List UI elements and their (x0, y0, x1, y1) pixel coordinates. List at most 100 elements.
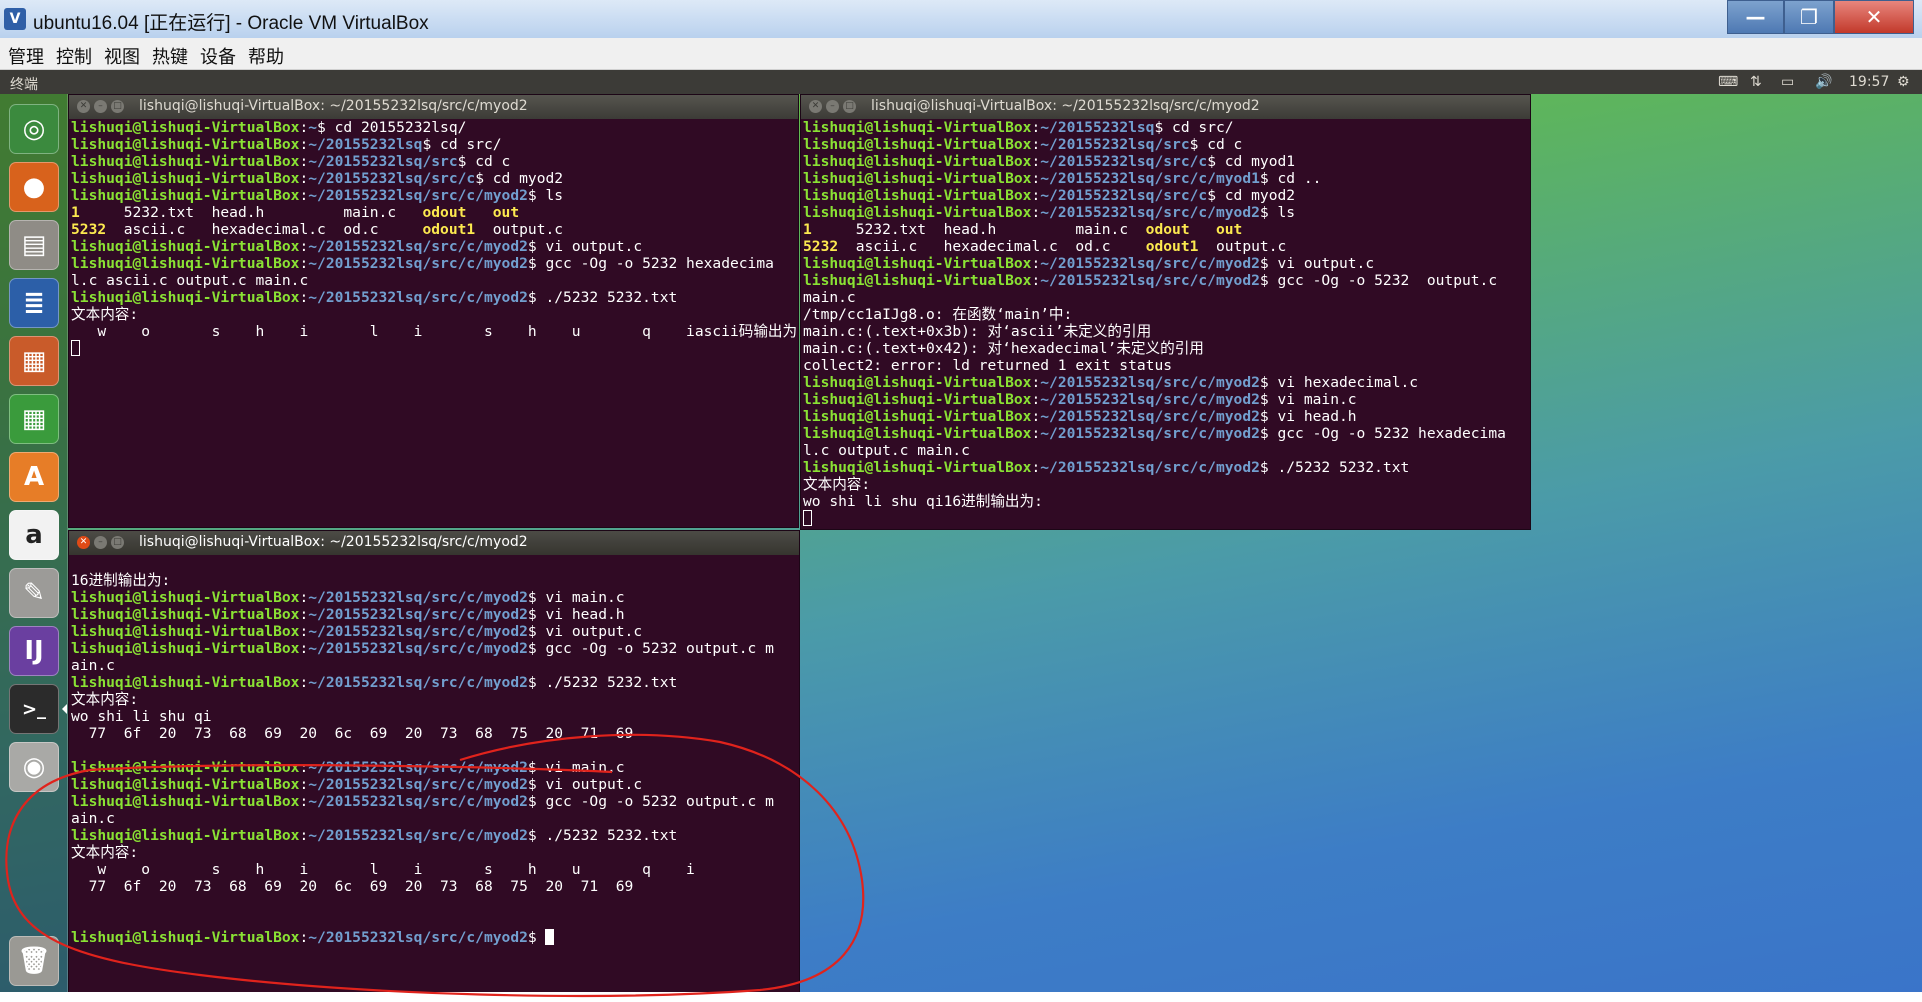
menu-help[interactable]: 帮助 (248, 43, 284, 69)
network-icon[interactable]: ⇅ (1750, 74, 1762, 90)
terminal-text: : (299, 640, 309, 657)
close-icon[interactable]: ✕ (77, 536, 90, 549)
terminal-text: : (299, 238, 309, 255)
terminal-line: 5232 ascii.c hexadecimal.c od.c odout1 o… (71, 221, 796, 238)
terminal-line: lishuqi@lishuqi-VirtualBox:~/20155232lsq… (803, 136, 1528, 153)
terminal-text: odout (1145, 221, 1190, 238)
terminal-text: : (299, 793, 309, 810)
maximize-button[interactable]: ❐ (1784, 0, 1834, 34)
menu-control[interactable]: 控制 (56, 43, 92, 69)
battery-icon[interactable]: ▭ (1781, 74, 1794, 90)
close-icon[interactable]: ✕ (77, 100, 90, 113)
text-cursor (71, 340, 80, 356)
terminal-text: ~/20155232lsq/src/c/myod2 (1040, 204, 1260, 221)
terminal-text: ~/20155232lsq/src/c/myod2 (1040, 255, 1260, 272)
terminal-text: ~ (308, 119, 318, 136)
terminal-text: $ ls (527, 187, 564, 204)
maximize-icon[interactable]: □ (843, 100, 856, 113)
terminal-text: lishuqi@lishuqi-VirtualBox (803, 170, 1032, 187)
host-window-titlebar: V ubuntu16.04 [正在运行] - Oracle VM Virtual… (0, 0, 1922, 38)
terminal-text: : (1031, 425, 1041, 442)
terminal-1-output[interactable]: lishuqi@lishuqi-VirtualBox:~$ cd 2015523… (71, 119, 798, 527)
terminal-text: ~/20155232lsq (308, 136, 423, 153)
dash-icon[interactable]: ◎ (9, 104, 59, 154)
terminal-line: wo shi li shu qi16进制输出为: (803, 493, 1528, 510)
terminal-2-titlebar[interactable]: ✕ – □ lishuqi@lishuqi-VirtualBox: ~/2015… (801, 95, 1530, 119)
firefox-icon[interactable]: ● (9, 162, 59, 212)
terminal-text: $ gcc -Og -o 5232 output.c m (527, 640, 774, 657)
terminal-text: main.c:(.text+0x3b): 对‘ascii’未定义的引用 (803, 323, 1152, 340)
minimize-icon[interactable]: – (826, 100, 839, 113)
terminal-text: ~/20155232lsq/src/c (1040, 187, 1208, 204)
terminal-text: ~/20155232lsq/src/c/myod2 (308, 187, 528, 204)
calc-icon[interactable]: ▦ (9, 394, 59, 444)
terminal-text: $ vi main.c (1259, 391, 1357, 408)
terminal-text: 77 6f 20 73 68 69 20 6c 69 20 73 68 75 2… (71, 725, 634, 742)
terminal-text: $ ./5232 5232.txt (527, 827, 678, 844)
terminal-text: : (299, 623, 309, 640)
software-center-icon[interactable]: A (9, 452, 59, 502)
maximize-icon[interactable]: □ (111, 536, 124, 549)
minimize-icon[interactable]: – (94, 100, 107, 113)
files-icon[interactable]: ▤ (9, 220, 59, 270)
terminal-icon[interactable]: >_ (9, 684, 59, 734)
terminal-line: 77 6f 20 73 68 69 20 6c 69 20 73 68 75 2… (71, 725, 797, 742)
terminal-text: lishuqi@lishuqi-VirtualBox (803, 272, 1032, 289)
close-icon[interactable]: ✕ (809, 100, 822, 113)
terminal-line: lishuqi@lishuqi-VirtualBox:~/20155232lsq… (71, 776, 797, 793)
amazon-icon[interactable]: a (9, 510, 59, 560)
terminal-text: ~/20155232lsq/src/c/myod1 (1040, 170, 1260, 187)
minimize-icon[interactable]: – (94, 536, 107, 549)
terminal-text: : (1031, 153, 1041, 170)
terminal-text: ascii.c hexadecimal.c od.c (106, 221, 423, 238)
terminal-text: : (1031, 391, 1041, 408)
terminal-text: : (299, 929, 309, 946)
unity-launcher: ◎ ● ▤ ≣ ▦ ▦ A a ✎ IJ >_ ◉ 🗑 (0, 94, 68, 1002)
terminal-line: l.c ascii.c output.c main.c (71, 272, 796, 289)
terminal-line: main.c:(.text+0x42): 对‘hexadecimal’未定义的引… (803, 340, 1528, 357)
terminal-3-output[interactable]: 16进制输出为: lishuqi@lishuqi-VirtualBox:~/201… (71, 555, 797, 1002)
intellij-icon[interactable]: IJ (9, 626, 59, 676)
terminal-text: lishuqi@lishuqi-VirtualBox (803, 391, 1032, 408)
trash-icon[interactable]: 🗑 (9, 936, 59, 986)
terminal-text: $ vi head.h (1259, 408, 1357, 425)
gear-icon[interactable]: ⚙ (1897, 74, 1910, 90)
writer-icon[interactable]: ≣ (9, 278, 59, 328)
terminal-window-3[interactable]: ✕ – □ lishuqi@lishuqi-VirtualBox: ~/2015… (68, 530, 800, 1002)
terminal-2-output[interactable]: lishuqi@lishuqi-VirtualBox:~/20155232lsq… (803, 119, 1528, 529)
clock[interactable]: 19:57 (1849, 74, 1889, 90)
terminal-line: w o s h i l i s h u q iascii码输出为: (71, 323, 798, 340)
terminal-3-titlebar[interactable]: ✕ – □ lishuqi@lishuqi-VirtualBox: ~/2015… (69, 531, 799, 555)
impress-icon[interactable]: ▦ (9, 336, 59, 386)
terminal-line: lishuqi@lishuqi-VirtualBox:~/20155232lsq… (803, 459, 1528, 476)
terminal-window-1[interactable]: ✕ – □ lishuqi@lishuqi-VirtualBox: ~/2015… (68, 94, 799, 528)
terminal-text: ~/20155232lsq/src/c/myod2 (308, 674, 528, 691)
volume-icon[interactable]: 🔊 (1815, 74, 1832, 90)
terminal-text: $ ./5232 5232.txt (527, 289, 678, 306)
close-button[interactable]: ✕ (1834, 0, 1914, 34)
settings-icon[interactable]: ✎ (9, 568, 59, 618)
maximize-icon[interactable]: □ (111, 100, 124, 113)
menu-view[interactable]: 视图 (104, 43, 140, 69)
dvd-icon[interactable]: ◉ (9, 742, 59, 792)
terminal-text: : (299, 255, 309, 272)
terminal-text: : (1031, 374, 1041, 391)
menu-devices[interactable]: 设备 (200, 43, 236, 69)
terminal-text: ~/20155232lsq/src/c/myod2 (308, 776, 528, 793)
terminal-text: odout (422, 204, 467, 221)
terminal-text: $ gcc -Og -o 5232 output.c (1259, 272, 1498, 289)
terminal-text: $ cd .. (1259, 170, 1322, 187)
minimize-button[interactable]: — (1727, 0, 1784, 34)
terminal-text: lishuqi@lishuqi-VirtualBox (71, 187, 300, 204)
keyboard-icon[interactable]: ⌨ (1718, 74, 1738, 90)
menu-manage[interactable]: 管理 (8, 43, 44, 69)
menu-hotkeys[interactable]: 热键 (152, 43, 188, 69)
terminal-text: : (299, 153, 309, 170)
terminal-text: odout1 (422, 221, 476, 238)
terminal-text: ~/20155232lsq/src/c/myod2 (1040, 272, 1260, 289)
terminal-text: 1 (803, 221, 812, 238)
terminal-window-2[interactable]: ✕ – □ lishuqi@lishuqi-VirtualBox: ~/2015… (800, 94, 1531, 530)
terminal-1-titlebar[interactable]: ✕ – □ lishuqi@lishuqi-VirtualBox: ~/2015… (69, 95, 798, 119)
terminal-text: $ gcc -Og -o 5232 hexadecima (1259, 425, 1506, 442)
